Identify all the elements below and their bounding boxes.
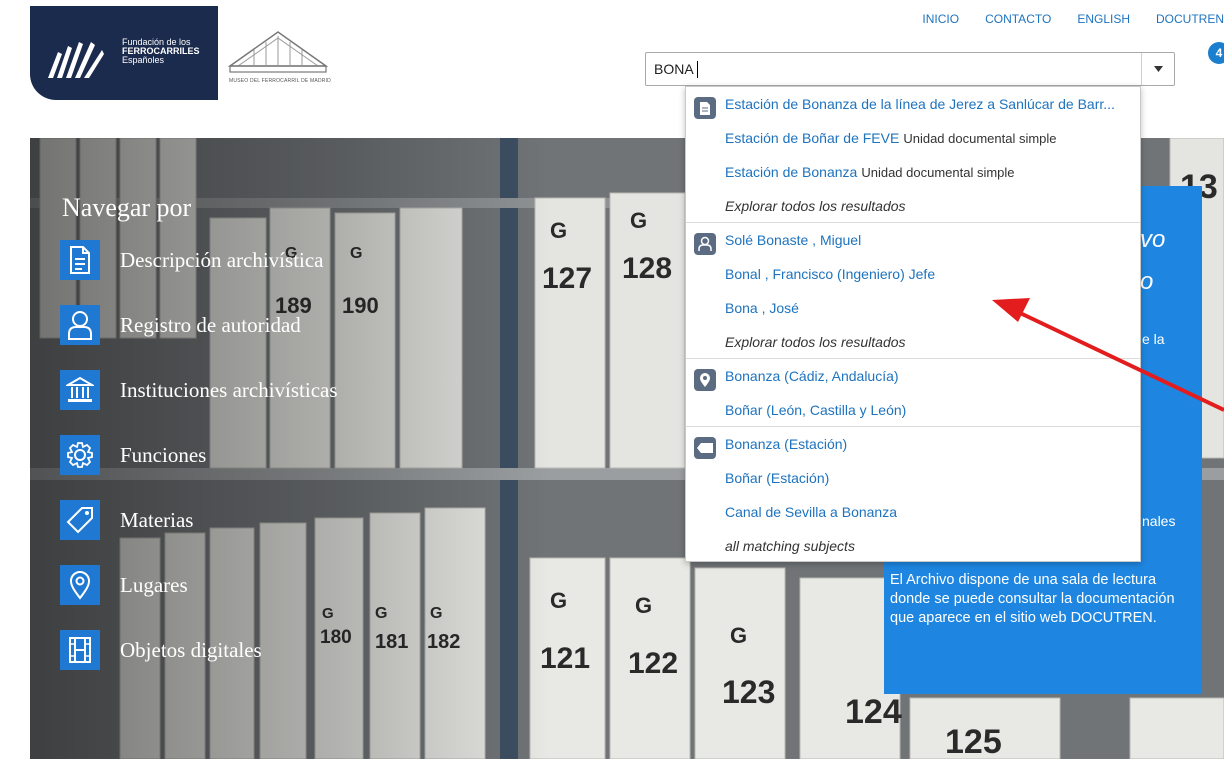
tag-icon: [60, 500, 100, 540]
info-fragment-4: nales: [1142, 513, 1176, 529]
browse-descripcion-label: Descripción archivística: [120, 247, 324, 272]
ac-item[interactable]: Estación de Bonanza Unidad documental sim…: [725, 155, 1015, 189]
person-icon: [694, 233, 716, 255]
browse-instituciones[interactable]: Instituciones archivísticas: [60, 368, 390, 412]
svg-text:125: 125: [945, 723, 1002, 759]
ac-item[interactable]: Boñar (León, Castilla y León): [725, 393, 906, 427]
ac-item[interactable]: Bona , José: [725, 291, 799, 325]
museum-building-icon: [227, 31, 329, 73]
nav-inicio[interactable]: INICIO: [922, 12, 959, 26]
browse-registro-label: Registro de autoridad: [120, 312, 301, 337]
ac-explore-authorities[interactable]: Explorar todos los resultados: [725, 325, 906, 359]
browse-objetos-label: Objetos digitales: [120, 637, 262, 662]
svg-text:G: G: [550, 588, 567, 613]
browse-descripcion[interactable]: Descripción archivística: [60, 238, 390, 282]
ac-section-descriptions: Estación de Bonanza de la línea de Jerez…: [686, 87, 1140, 223]
browse-lugares[interactable]: Lugares: [60, 563, 390, 607]
ac-section-subjects: Bonanza (Estación) Boñar (Estación) Cana…: [686, 427, 1140, 563]
ac-item[interactable]: Bonanza (Estación): [725, 427, 847, 461]
svg-text:G: G: [550, 218, 567, 243]
chevron-down-icon: [1153, 66, 1163, 72]
foundation-logo-text: Fundación de los FERROCARRILES Españoles: [122, 37, 200, 65]
info-fragment-1: vo: [1140, 226, 1166, 253]
museum-caption: MUSEO DEL FERROCARRIL DE MADRID: [229, 78, 331, 84]
ac-item[interactable]: Estación de Boñar de FEVE Unidad document…: [725, 121, 1057, 155]
document-icon: [694, 97, 716, 119]
browse-title: Navegar por: [62, 193, 192, 222]
institution-icon: [60, 370, 100, 410]
film-icon: [60, 630, 100, 670]
ac-item[interactable]: Boñar (Estación): [725, 461, 829, 495]
text-cursor: [697, 61, 698, 78]
svg-text:G: G: [730, 623, 747, 648]
browse-registro[interactable]: Registro de autoridad: [60, 303, 390, 347]
tag-icon: [694, 437, 716, 459]
person-icon: [60, 305, 100, 345]
svg-text:122: 122: [628, 647, 678, 680]
ac-item[interactable]: Bonanza (Cádiz, Andalucía): [725, 359, 899, 393]
ac-item[interactable]: Bonal , Francisco (Ingeniero) Jefe: [725, 257, 935, 291]
ac-item[interactable]: Estación de Bonanza de la línea de Jerez…: [725, 87, 1115, 121]
top-navigation: INICIO CONTACTO ENGLISH DOCUTREN: [896, 12, 1224, 26]
foundation-logo[interactable]: Fundación de los FERROCARRILES Españoles: [30, 6, 218, 100]
info-text: El Archivo dispone de una sala de lectur…: [890, 572, 1175, 626]
browse-objetos[interactable]: Objetos digitales: [60, 628, 390, 672]
search-input[interactable]: BONA: [654, 61, 694, 77]
annotation-arrow-icon: [992, 298, 1224, 412]
browse-funciones[interactable]: Funciones: [60, 433, 390, 477]
search-dropdown-toggle[interactable]: [1141, 53, 1174, 85]
svg-text:G: G: [630, 208, 647, 233]
map-pin-icon: [694, 369, 716, 391]
document-icon: [60, 240, 100, 280]
gear-icon: [60, 435, 100, 475]
browse-instituciones-label: Instituciones archivísticas: [120, 377, 338, 402]
browse-materias[interactable]: Materias: [60, 498, 390, 542]
ac-explore-subjects[interactable]: all matching subjects: [725, 529, 855, 563]
browse-materias-label: Materias: [120, 507, 194, 532]
browse-lugares-label: Lugares: [120, 572, 188, 597]
ac-item[interactable]: Canal de Sevilla a Bonanza: [725, 495, 897, 529]
logo-stripes-icon: [48, 42, 104, 78]
svg-text:123: 123: [722, 674, 775, 710]
browse-funciones-label: Funciones: [120, 442, 207, 467]
svg-text:124: 124: [845, 693, 902, 731]
museum-logo[interactable]: MUSEO DEL FERROCARRIL DE MADRID: [218, 6, 338, 100]
ac-item[interactable]: Solé Bonaste , Miguel: [725, 223, 861, 257]
nav-contacto[interactable]: CONTACTO: [985, 12, 1051, 26]
search-box[interactable]: BONA: [645, 52, 1175, 86]
nav-english[interactable]: ENGLISH: [1077, 12, 1130, 26]
svg-text:G: G: [635, 593, 652, 618]
map-pin-icon: [60, 565, 100, 605]
ac-explore-descriptions[interactable]: Explorar todos los resultados: [725, 189, 906, 223]
svg-text:128: 128: [622, 252, 672, 285]
notification-badge[interactable]: 4: [1208, 42, 1224, 64]
nav-docutren[interactable]: DOCUTREN: [1156, 12, 1224, 26]
